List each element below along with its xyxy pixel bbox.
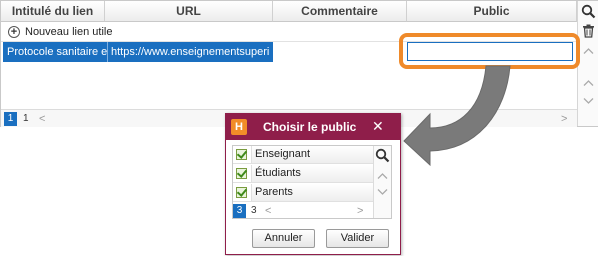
app-logo-icon: H xyxy=(231,119,247,135)
option-label: Enseignant xyxy=(251,146,373,163)
list-item[interactable]: Étudiants xyxy=(233,165,373,183)
list-item[interactable]: Parents xyxy=(233,184,373,202)
choose-audience-dialog: H Choisir le public ✕ Enseignant Étudian… xyxy=(225,113,401,255)
list-item[interactable]: Enseignant xyxy=(233,146,373,164)
option-label: Étudiants xyxy=(251,165,373,182)
chevron-up-icon[interactable] xyxy=(375,168,390,183)
checkbox-checked[interactable] xyxy=(236,187,247,198)
checkbox-checked[interactable] xyxy=(236,149,247,160)
dialog-title-bar[interactable]: H Choisir le public ✕ xyxy=(226,114,400,140)
chevron-left-icon[interactable]: < xyxy=(265,204,271,218)
chevron-down-icon[interactable] xyxy=(375,184,390,199)
dialog-title: Choisir le public xyxy=(263,120,357,134)
confirm-button[interactable]: Valider xyxy=(326,229,389,248)
search-icon[interactable] xyxy=(375,148,390,163)
close-icon[interactable]: ✕ xyxy=(372,118,384,134)
chevron-right-icon[interactable]: > xyxy=(357,204,363,218)
checkbox-checked[interactable] xyxy=(236,168,247,179)
audience-list: Enseignant Étudiants Parents 3 3 < > xyxy=(232,145,392,219)
page-current[interactable]: 3 xyxy=(233,204,246,218)
page-total: 3 xyxy=(251,205,257,216)
dialog-pagination-bar: 3 3 < > xyxy=(233,203,373,218)
cancel-button[interactable]: Annuler xyxy=(252,229,315,248)
dialog-side-toolbar xyxy=(373,146,391,218)
option-label: Parents xyxy=(251,184,373,201)
